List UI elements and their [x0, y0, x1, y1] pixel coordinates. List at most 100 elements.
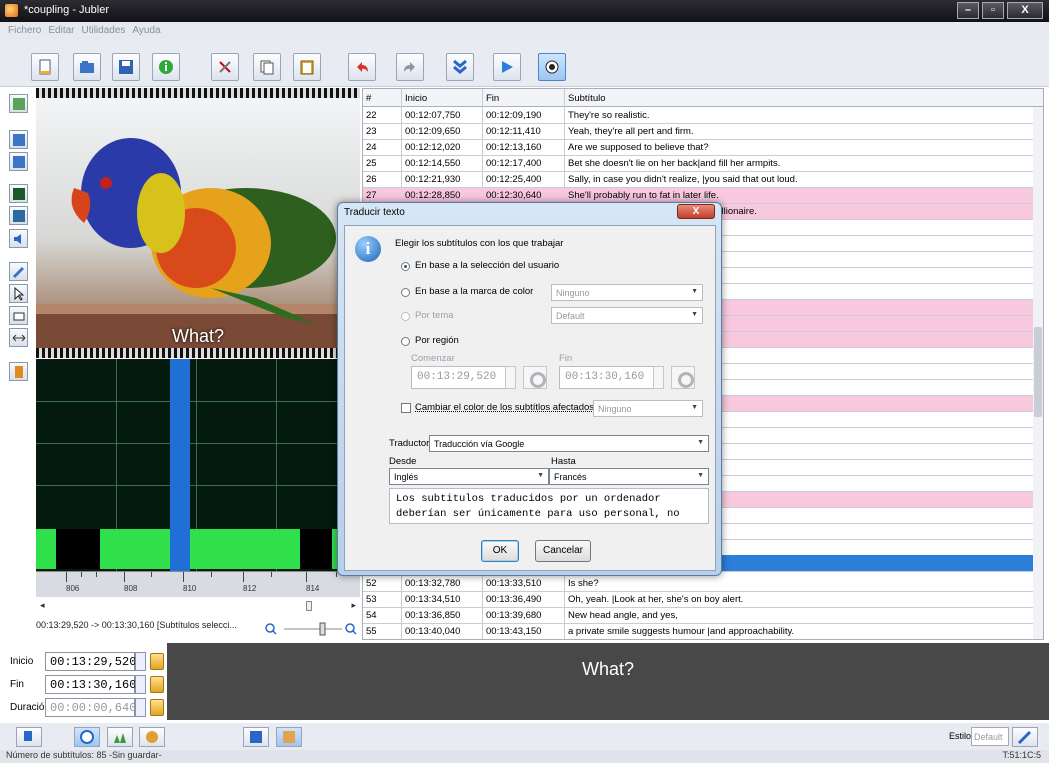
start-time-field[interactable]: 00:13:29,520: [45, 652, 136, 671]
header-end[interactable]: Fin: [486, 93, 499, 104]
menu-ayuda[interactable]: Ayuda: [132, 25, 160, 36]
table-row[interactable]: 52 00:13:32,780 00:13:33,510 Is she?: [363, 576, 1035, 592]
dialog-close-button[interactable]: X: [677, 204, 715, 219]
table-row[interactable]: 24 00:12:12,020 00:12:13,160 Are we suppose…: [363, 140, 1035, 156]
selected-subtitle-region[interactable]: [170, 359, 190, 571]
table-row[interactable]: 54 00:13:36,850 00:13:39,680 New head angle…: [363, 608, 1035, 624]
info-button[interactable]: [152, 53, 180, 81]
close-button[interactable]: X: [1007, 2, 1043, 19]
opt-color-label[interactable]: En base a la marca de color: [415, 286, 533, 297]
change-color-checkbox[interactable]: [401, 403, 411, 413]
menu-fichero[interactable]: Fichero: [8, 25, 41, 36]
waveform-view[interactable]: [36, 359, 360, 571]
radio-theme[interactable]: [401, 312, 410, 321]
end-lock-icon[interactable]: [150, 676, 164, 693]
subtitle-segment[interactable]: [36, 529, 56, 569]
gear-icon[interactable]: [671, 366, 695, 389]
tool-audio[interactable]: [9, 229, 28, 248]
edit-mode-button[interactable]: [16, 727, 42, 747]
target-language-select[interactable]: Francés ▼: [549, 468, 709, 485]
redo-button[interactable]: [396, 53, 424, 81]
source-language-select[interactable]: Inglés ▼: [389, 468, 549, 485]
waveform-scrollbar[interactable]: ◂ ▸: [36, 598, 360, 612]
tool-erase[interactable]: [9, 306, 28, 325]
menu-editar[interactable]: Editar: [48, 25, 74, 36]
paste-button[interactable]: [293, 53, 321, 81]
cell-end: 00:12:11,410: [486, 126, 541, 137]
undo-button[interactable]: [348, 53, 376, 81]
tool-bookmark[interactable]: [9, 362, 28, 381]
scroll-thumb[interactable]: [306, 601, 312, 611]
table-scrollbar[interactable]: [1033, 107, 1043, 639]
end-time-field[interactable]: 00:13:30,160: [45, 675, 136, 694]
layout-button[interactable]: [276, 727, 302, 747]
tool-preview[interactable]: [9, 94, 28, 113]
scroll-right-icon[interactable]: ▸: [351, 600, 356, 611]
style-mode-button[interactable]: [107, 727, 133, 747]
change-color-select[interactable]: Ninguno ▼: [593, 400, 703, 417]
style-edit-button[interactable]: [1012, 727, 1038, 747]
from-spinner[interactable]: [505, 366, 516, 389]
duration-spinner[interactable]: [135, 698, 146, 717]
tool-video[interactable]: [9, 206, 28, 225]
new-file-button[interactable]: [31, 53, 59, 81]
notice-textarea[interactable]: Los subtitulos traducidos por un ordenad…: [389, 488, 709, 524]
from-time-field[interactable]: 00:13:29,520: [411, 366, 513, 389]
table-row[interactable]: 25 00:12:14,550 00:12:17,400 Bet she doesn'…: [363, 156, 1035, 172]
header-subtitle[interactable]: Subtítulo: [568, 93, 606, 104]
open-file-button[interactable]: [73, 53, 101, 81]
to-spinner[interactable]: [653, 366, 664, 389]
subtitle-segment[interactable]: [100, 529, 170, 569]
scroll-left-icon[interactable]: ◂: [40, 600, 45, 611]
header-start[interactable]: Inicio: [405, 93, 427, 104]
gear-icon[interactable]: [523, 366, 547, 389]
ok-button[interactable]: OK: [481, 540, 519, 562]
change-color-label[interactable]: Cambiar el color de los subtítlos afecta…: [415, 402, 594, 413]
cancel-button[interactable]: Cancelar: [535, 540, 591, 562]
start-lock-icon[interactable]: [150, 653, 164, 670]
theme-select[interactable]: Default ▼: [551, 307, 703, 324]
table-scroll-thumb[interactable]: [1034, 327, 1042, 417]
ruler-label: 814: [306, 584, 320, 593]
end-spinner[interactable]: [135, 675, 146, 694]
table-row[interactable]: 55 00:13:40,040 00:13:43,150 a private smil…: [363, 624, 1035, 639]
preview-toggle-button[interactable]: [538, 53, 566, 81]
opt-region-label[interactable]: Por región: [415, 335, 459, 346]
tool-bottom[interactable]: [9, 152, 28, 171]
subtitle-segment[interactable]: [190, 529, 300, 569]
radio-selection[interactable]: [401, 262, 410, 271]
tool-waveform[interactable]: [9, 184, 28, 203]
maximize-button[interactable]: ▫: [982, 2, 1004, 19]
cut-button[interactable]: [211, 53, 239, 81]
table-row[interactable]: 23 00:12:09,650 00:12:11,410 Yeah, they're …: [363, 124, 1035, 140]
tool-edit[interactable]: [9, 262, 28, 281]
tool-select[interactable]: [9, 284, 28, 303]
radio-color[interactable]: [401, 288, 410, 297]
save-button[interactable]: [112, 53, 140, 81]
to-time-field[interactable]: 00:13:30,160: [559, 366, 661, 389]
table-row[interactable]: 26 00:12:21,930 00:12:25,400 Sally, in case…: [363, 172, 1035, 188]
opt-theme-label[interactable]: Por tema: [415, 310, 454, 321]
minimize-button[interactable]: –: [957, 2, 979, 19]
duration-lock-icon[interactable]: [150, 699, 164, 716]
header-number[interactable]: #: [366, 93, 371, 104]
play-button[interactable]: [493, 53, 521, 81]
copy-button[interactable]: [253, 53, 281, 81]
sync-button[interactable]: [243, 727, 269, 747]
start-spinner[interactable]: [135, 652, 146, 671]
jump-button[interactable]: [446, 53, 474, 81]
opt-selection-label[interactable]: En base a la selección del usuario: [415, 260, 559, 271]
tool-top[interactable]: [9, 130, 28, 149]
duration-field[interactable]: 00:00:00,640: [45, 698, 136, 717]
tools-mode-button[interactable]: [139, 727, 165, 747]
tool-resize[interactable]: [9, 328, 28, 347]
color-select[interactable]: Ninguno ▼: [551, 284, 703, 301]
style-select[interactable]: Default: [971, 727, 1009, 746]
menu-utilidades[interactable]: Utilidades: [81, 25, 125, 36]
time-mode-button[interactable]: [74, 727, 100, 747]
table-row[interactable]: 53 00:13:34,510 00:13:36,490 Oh, yeah. |Loo…: [363, 592, 1035, 608]
zoom-slider[interactable]: [260, 620, 360, 638]
radio-region[interactable]: [401, 337, 410, 346]
table-row[interactable]: 22 00:12:07,750 00:12:09,190 They're so rea…: [363, 108, 1035, 124]
translator-select[interactable]: Traducción vía Google ▼: [429, 435, 709, 452]
